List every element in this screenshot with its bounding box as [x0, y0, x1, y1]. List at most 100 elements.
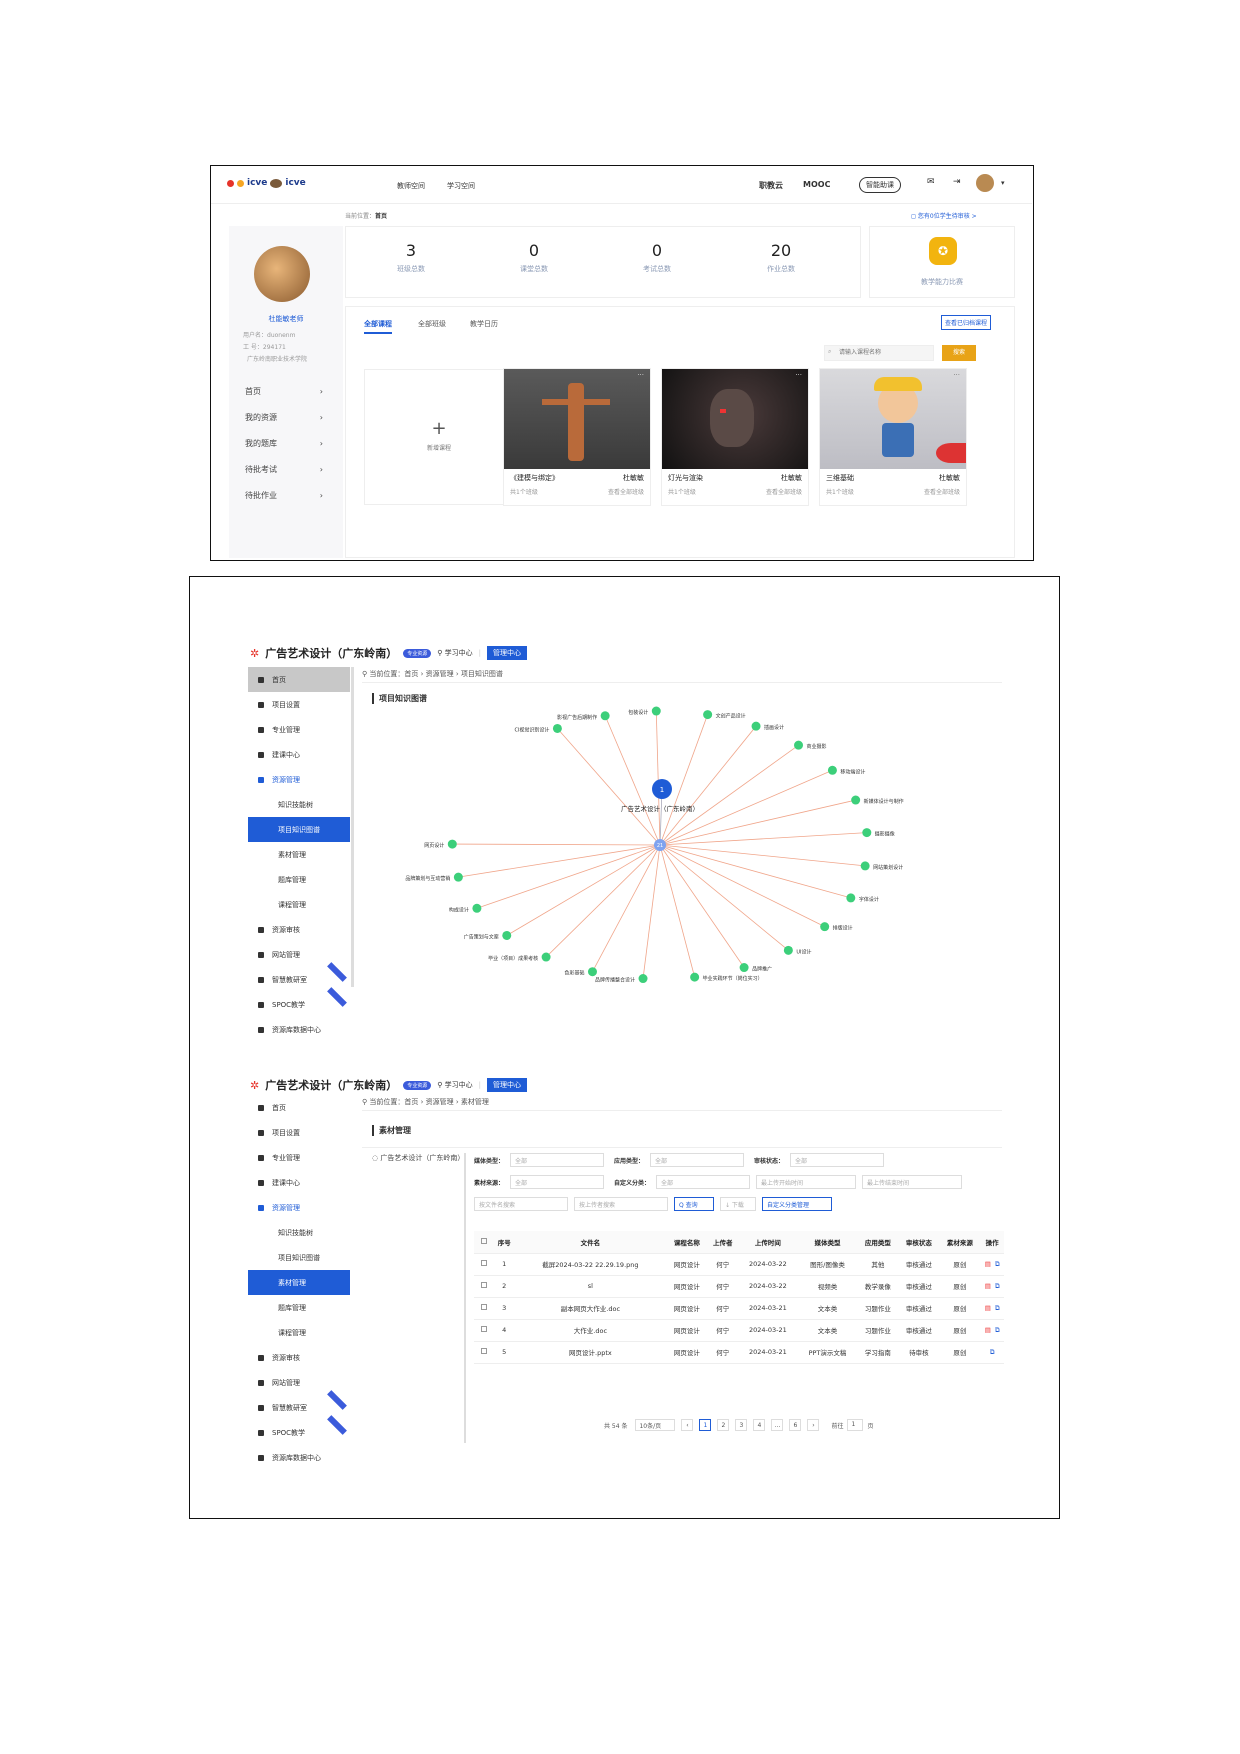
delete-icon[interactable]: ▤ — [985, 1282, 991, 1290]
download-button[interactable]: ↓ 下载 — [720, 1197, 756, 1211]
end-date-picker[interactable]: 最上传结束时间 — [862, 1175, 963, 1189]
source-select[interactable]: 全部 — [510, 1175, 605, 1189]
app-type-select[interactable]: 全部 — [650, 1153, 745, 1167]
view-classes-link[interactable]: 查看全部班级 — [608, 487, 644, 496]
sidebar-item-question-bank[interactable]: 题库管理 — [248, 1295, 350, 1320]
pending-students-link[interactable]: ◻ 您有0位学生待审核 > — [911, 211, 977, 220]
graph-node[interactable] — [794, 740, 804, 750]
graph-node[interactable] — [447, 839, 457, 849]
graph-node[interactable] — [552, 723, 562, 733]
stat-exams[interactable]: 0 考试总数 — [612, 241, 702, 274]
table-row[interactable]: 5 网页设计.pptx 网页设计 何宁 2024-03-21 PPT演示文稿 学习指南 待审核… — [474, 1341, 1004, 1364]
media-type-select[interactable]: 全部 — [510, 1153, 605, 1167]
sidebar-item-resources[interactable]: 资源管理 — [248, 1195, 350, 1220]
course-search-input[interactable] — [824, 345, 934, 361]
graph-node[interactable] — [751, 721, 761, 731]
edit-icon[interactable]: ⧉ — [995, 1326, 1000, 1334]
menu-home[interactable]: 首页 › — [229, 378, 343, 404]
audit-status-select[interactable]: 全部 — [790, 1153, 885, 1167]
sidebar-item-data-center[interactable]: 资源库数据中心 — [248, 1017, 350, 1042]
graph-node[interactable] — [587, 967, 597, 977]
nav-teacher-space[interactable]: 教师空间 — [397, 181, 425, 191]
graph-node[interactable] — [502, 930, 512, 940]
page-button[interactable]: 3 — [735, 1419, 748, 1431]
page-button[interactable]: 4 — [753, 1419, 766, 1431]
graph-node[interactable] — [703, 710, 713, 720]
more-icon[interactable]: ··· — [795, 371, 802, 379]
chevron-down-icon[interactable]: ▾ — [1001, 179, 1005, 187]
view-classes-link[interactable]: 查看全部班级 — [766, 487, 802, 496]
row-checkbox-cell[interactable] — [474, 1275, 494, 1298]
tab-all-classes[interactable]: 全部班级 — [418, 319, 446, 329]
graph-node[interactable] — [851, 795, 861, 805]
sidebar-item-project-settings[interactable]: 项目设置 — [248, 1120, 350, 1145]
category-select[interactable]: 全部 — [656, 1175, 751, 1189]
sidebar-item-research[interactable]: 智慧教研室 — [248, 962, 350, 992]
nav-mooc[interactable]: MOOC — [803, 180, 830, 189]
row-checkbox[interactable] — [481, 1304, 487, 1310]
start-date-picker[interactable]: 最上传开始时间 — [756, 1175, 857, 1189]
nav-zhijiaoyun[interactable]: 职教云 — [759, 180, 783, 191]
sidebar-item-review[interactable]: 资源审核 — [248, 917, 350, 942]
prev-page-button[interactable]: ‹ — [681, 1419, 694, 1431]
search-button[interactable]: 搜索 — [942, 345, 976, 361]
sidebar-item-course-build[interactable]: 建课中心 — [248, 742, 350, 767]
delete-icon[interactable]: ▤ — [985, 1326, 991, 1334]
stat-lessons[interactable]: 0 课堂总数 — [489, 241, 579, 274]
stat-classes[interactable]: 3 班级总数 — [366, 241, 456, 274]
sidebar-item-courses[interactable]: 课程管理 — [248, 892, 350, 917]
learning-center-link[interactable]: ⚲ 学习中心 — [437, 1080, 472, 1090]
sidebar-item-home[interactable]: 首页 — [248, 667, 350, 692]
graph-node[interactable] — [862, 828, 872, 838]
graph-node[interactable] — [541, 952, 551, 962]
row-checkbox[interactable] — [481, 1348, 487, 1354]
mail-icon[interactable]: ✉ — [927, 177, 935, 187]
page-button[interactable]: 6 — [789, 1419, 802, 1431]
page-ellipsis[interactable]: … — [771, 1419, 784, 1431]
graph-node[interactable] — [472, 903, 482, 913]
graph-node[interactable] — [453, 872, 463, 882]
course-card[interactable]: ··· 三维基础 杜敏敏 共1个班级 查看全部班级 — [819, 368, 967, 506]
sidebar-item-knowledge-graph[interactable]: 项目知识图谱 — [248, 1245, 350, 1270]
sidebar-item-major[interactable]: 专业管理 — [248, 1145, 350, 1170]
row-checkbox-cell[interactable] — [474, 1297, 494, 1320]
goto-page-input[interactable]: 1 — [847, 1419, 864, 1431]
sidebar-item-spoc[interactable]: SPOC教学 — [248, 1415, 350, 1445]
row-checkbox-cell[interactable] — [474, 1253, 494, 1276]
sidebar-scrollbar[interactable] — [351, 667, 354, 987]
graph-node[interactable] — [690, 972, 700, 982]
delete-icon[interactable]: ▤ — [985, 1304, 991, 1312]
row-checkbox[interactable] — [481, 1326, 487, 1332]
query-button[interactable]: Q 查询 — [674, 1197, 714, 1211]
more-icon[interactable]: ··· — [953, 371, 960, 379]
sidebar-item-materials[interactable]: 素材管理 — [248, 1270, 350, 1295]
menu-my-resources[interactable]: 我的资源 › — [229, 404, 343, 430]
row-checkbox-cell[interactable] — [474, 1341, 494, 1364]
contest-card[interactable]: ✪ 教学能力比赛 — [869, 226, 1015, 298]
learning-center-link[interactable]: ⚲ 学习中心 — [437, 648, 472, 658]
course-card[interactable]: ··· 《建模与绑定》 杜敏敏 共1个班级 查看全部班级 — [503, 368, 651, 506]
graph-node[interactable] — [638, 974, 648, 984]
sidebar-item-site[interactable]: 网站管理 — [248, 942, 350, 967]
graph-node[interactable] — [739, 963, 749, 973]
tab-all-courses[interactable]: 全部课程 — [364, 319, 392, 334]
menu-pending-homework[interactable]: 待批作业 › — [229, 482, 343, 508]
nav-study-space[interactable]: 学习空间 — [447, 181, 475, 191]
sidebar-item-research[interactable]: 智慧教研室 — [248, 1390, 350, 1420]
page-button[interactable]: 2 — [717, 1419, 730, 1431]
table-row[interactable]: 4 大作业.doc 网页设计 何宁 2024-03-21 文本类 习题作业 审核通过 原创 ▤ ⧉ — [474, 1319, 1004, 1342]
sidebar-item-knowledge-graph[interactable]: 项目知识图谱 — [248, 817, 350, 842]
graph-node[interactable] — [827, 765, 837, 775]
menu-question-bank[interactable]: 我的题库 › — [229, 430, 343, 456]
tab-teaching-calendar[interactable]: 教学日历 — [470, 319, 498, 329]
row-checkbox-cell[interactable] — [474, 1319, 494, 1342]
sidebar-item-review[interactable]: 资源审核 — [248, 1345, 350, 1370]
archived-courses-button[interactable]: 查看已归档课程 — [941, 315, 992, 330]
more-icon[interactable]: ··· — [637, 371, 644, 379]
menu-pending-exams[interactable]: 待批考试 › — [229, 456, 343, 482]
tree-item[interactable]: ◌ 广告艺术设计（广东岭南） — [372, 1153, 464, 1163]
add-course-card[interactable]: + 新增课程 — [364, 369, 514, 505]
graph-node[interactable] — [651, 706, 661, 716]
row-checkbox[interactable] — [481, 1282, 487, 1288]
category-manage-button[interactable]: 自定义分类管理 — [762, 1197, 832, 1211]
